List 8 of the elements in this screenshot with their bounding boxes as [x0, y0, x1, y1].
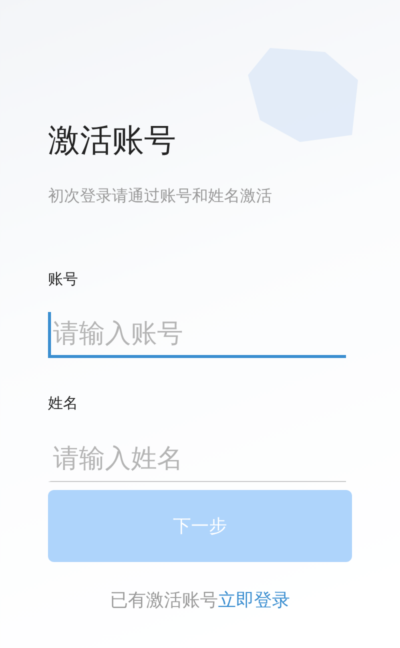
- input-field[interactable]: 请输入姓名: [48, 436, 346, 482]
- page-subtitle: 初次登录请通过账号和姓名激活: [48, 185, 273, 207]
- footer-text: 已有激活账号: [110, 589, 218, 613]
- field-label: 姓名: [48, 393, 78, 414]
- input-field[interactable]: 请输入账号: [48, 312, 346, 358]
- login-link[interactable]: 立即登录: [218, 588, 290, 614]
- page-title: 激活账号: [48, 120, 177, 161]
- field-label: 账号: [48, 269, 78, 290]
